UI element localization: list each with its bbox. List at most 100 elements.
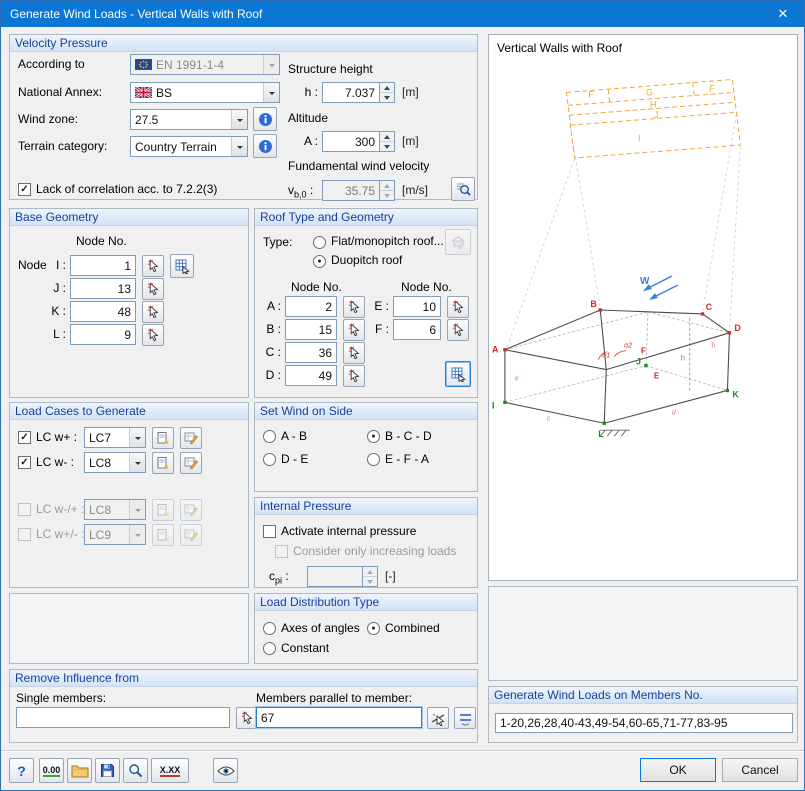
node-c-pick-button[interactable] <box>343 342 365 364</box>
lc-wplus-select[interactable]: LC7 <box>84 427 146 448</box>
node-j-input[interactable] <box>70 278 136 299</box>
wind-zone-select[interactable]: 27.5 <box>130 109 248 130</box>
node-i-input[interactable] <box>70 255 136 276</box>
altitude-input[interactable] <box>322 131 380 152</box>
flat-monopitch-radio[interactable] <box>313 236 326 249</box>
units-exponent-button[interactable]: X.XX <box>151 758 189 783</box>
node-i-pick-button[interactable] <box>142 255 164 277</box>
constant-label[interactable]: Constant <box>281 641 329 656</box>
dropdown-arrow-icon <box>129 500 145 519</box>
node-a-pick-button[interactable] <box>343 296 365 318</box>
decimal-places-button[interactable]: 0.00 <box>39 758 64 783</box>
lack-of-correlation-checkbox[interactable]: ✓ <box>18 183 31 196</box>
node-k-input[interactable] <box>70 301 136 322</box>
wind-velocity-library-button[interactable] <box>451 177 475 201</box>
vb0-label: vb,0 : <box>288 183 314 200</box>
set-wind-on-side-group: Set Wind on Side A - B ● B - C - D D - E… <box>254 402 478 492</box>
dropdown-arrow-icon[interactable] <box>263 83 279 102</box>
node-e-pick-button[interactable] <box>447 296 469 318</box>
node-k-pick-button[interactable] <box>142 301 164 323</box>
help-button[interactable]: ? <box>9 758 34 783</box>
generate-members-input[interactable] <box>495 713 793 733</box>
combined-label[interactable]: Combined <box>385 621 440 636</box>
lc-wminus-select[interactable]: LC8 <box>84 452 146 473</box>
node-l-pick-button[interactable] <box>142 324 164 346</box>
structure-height-spinner[interactable] <box>322 82 395 103</box>
spinner-buttons[interactable] <box>380 131 395 152</box>
parallel-members-button[interactable] <box>454 707 476 729</box>
activate-internal-pressure-label[interactable]: Activate internal pressure <box>281 524 416 539</box>
ok-button[interactable]: OK <box>640 758 716 782</box>
side-de-label[interactable]: D - E <box>281 452 308 467</box>
node-e-input[interactable] <box>393 296 441 317</box>
single-members-pick-button[interactable] <box>236 707 258 729</box>
node-d-pick-button[interactable] <box>343 365 365 387</box>
dropdown-arrow-icon[interactable] <box>231 137 247 156</box>
dropdown-arrow-icon[interactable] <box>129 428 145 447</box>
pick-parallel-member-button[interactable] <box>427 707 449 729</box>
search-button[interactable] <box>123 758 148 783</box>
spin-up-icon[interactable] <box>380 132 394 142</box>
side-ab-radio[interactable] <box>263 430 276 443</box>
axes-of-angles-label[interactable]: Axes of angles <box>281 621 360 636</box>
side-efa-label[interactable]: E - F - A <box>385 452 429 467</box>
save-settings-button[interactable] <box>95 758 120 783</box>
members-parallel-input[interactable] <box>256 707 422 728</box>
combined-radio[interactable]: ● <box>367 622 380 635</box>
spinner-buttons[interactable] <box>380 82 395 103</box>
close-button[interactable]: ✕ <box>762 1 804 27</box>
lc-wplus-edit-button[interactable] <box>180 427 202 449</box>
side-ab-label[interactable]: A - B <box>281 429 307 444</box>
node-c-input[interactable] <box>285 342 337 363</box>
spin-down-icon[interactable] <box>380 142 394 151</box>
side-bcd-radio[interactable]: ● <box>367 430 380 443</box>
side-de-radio[interactable] <box>263 453 276 466</box>
flat-monopitch-label[interactable]: Flat/monopitch roof... <box>331 234 444 249</box>
node-f-input[interactable] <box>393 319 441 340</box>
wind-zone-info-button[interactable] <box>253 107 277 131</box>
national-annex-select[interactable]: BS <box>130 82 280 103</box>
node-b-input[interactable] <box>285 319 337 340</box>
open-settings-button[interactable] <box>67 758 92 783</box>
lc-wplus-checkbox[interactable]: ✓ <box>18 431 31 444</box>
lack-of-correlation-label[interactable]: Lack of correlation acc. to 7.2.2(3) <box>36 182 217 197</box>
side-bcd-label[interactable]: B - C - D <box>385 429 432 444</box>
internal-pressure-title: Internal Pressure <box>255 498 477 515</box>
side-efa-radio[interactable] <box>367 453 380 466</box>
node-f-pick-button[interactable] <box>447 319 469 341</box>
node-a-input[interactable] <box>285 296 337 317</box>
title-bar[interactable]: Generate Wind Loads - Vertical Walls wit… <box>1 1 804 27</box>
single-members-input[interactable] <box>16 707 230 728</box>
terrain-info-button[interactable] <box>253 134 277 158</box>
lc-wminus-edit-button[interactable] <box>180 452 202 474</box>
dropdown-arrow-icon[interactable] <box>231 110 247 129</box>
terrain-category-select[interactable]: Country Terrain <box>130 136 248 157</box>
spin-up-icon[interactable] <box>380 83 394 93</box>
lc-wplus-label[interactable]: LC w+ : <box>36 430 77 445</box>
constant-radio[interactable] <box>263 642 276 655</box>
duopitch-label[interactable]: Duopitch roof <box>331 253 402 268</box>
activate-internal-pressure-checkbox[interactable] <box>263 525 276 538</box>
lc-wminus-checkbox[interactable]: ✓ <box>18 456 31 469</box>
node-i-select-table-button[interactable] <box>170 254 194 278</box>
pick-member-line-icon <box>431 713 444 726</box>
axes-of-angles-radio[interactable] <box>263 622 276 635</box>
structure-height-input[interactable] <box>322 82 380 103</box>
cancel-button[interactable]: Cancel <box>722 758 798 782</box>
node-d-input[interactable] <box>285 365 337 386</box>
display-button[interactable] <box>213 758 238 783</box>
node-j-pick-button[interactable] <box>142 278 164 300</box>
footer-separator <box>1 750 804 752</box>
dropdown-arrow-icon[interactable] <box>129 453 145 472</box>
altitude-spinner[interactable] <box>322 131 395 152</box>
lc-wplus-new-button[interactable] <box>152 427 174 449</box>
node-l-input[interactable] <box>70 324 136 345</box>
lc-wminus-new-button[interactable] <box>152 452 174 474</box>
duopitch-radio[interactable]: ● <box>313 255 326 268</box>
node-b-pick-button[interactable] <box>343 319 365 341</box>
lc-wminus-label[interactable]: LC w- : <box>36 455 74 470</box>
spin-down-icon[interactable] <box>380 93 394 102</box>
select-nodes-table-button[interactable] <box>445 361 471 387</box>
fundamental-wind-velocity-label: Fundamental wind velocity <box>288 159 430 173</box>
zone-label-g: G <box>646 87 653 97</box>
